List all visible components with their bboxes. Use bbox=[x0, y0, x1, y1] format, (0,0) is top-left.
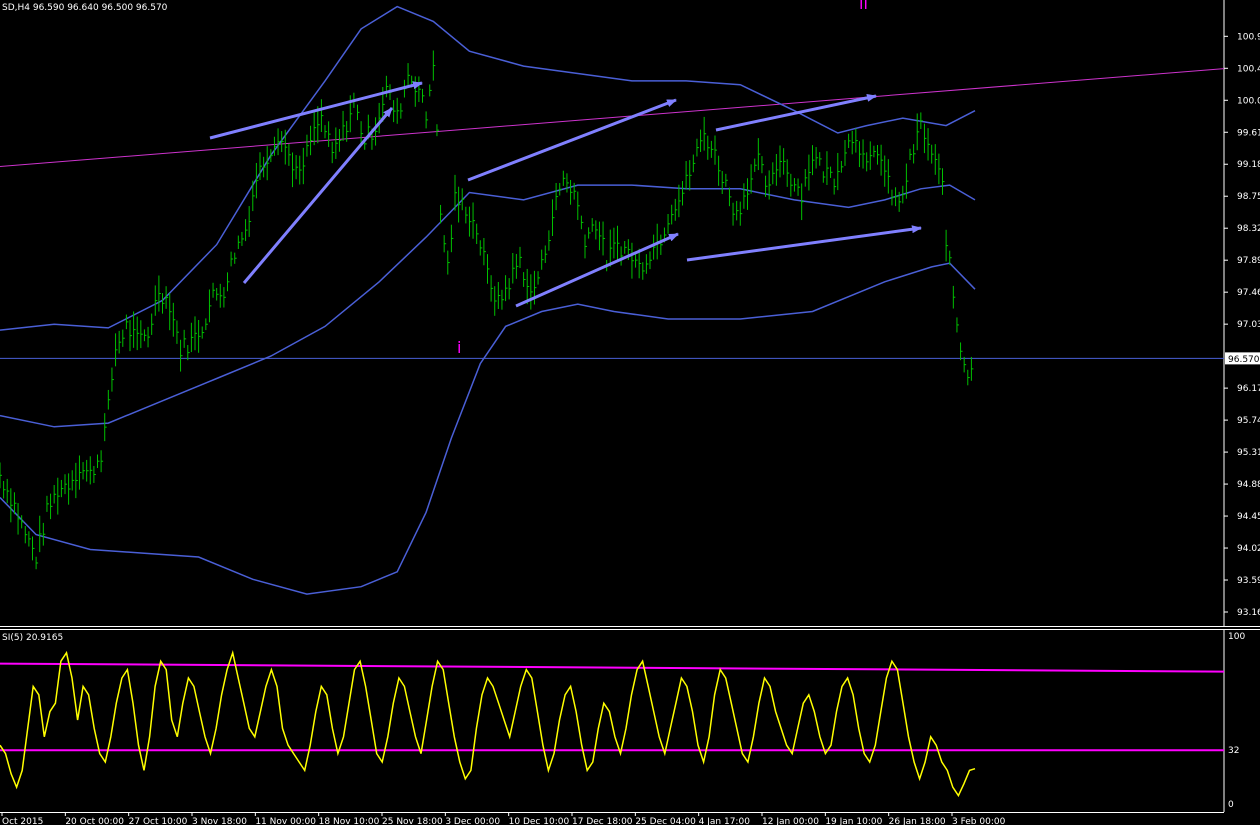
y-tick-label: 100.900 bbox=[1237, 32, 1260, 42]
chart-title: SD,H4 96.590 96.640 96.500 96.570 bbox=[2, 3, 168, 13]
si-axis-label: 32 bbox=[1228, 746, 1239, 756]
y-tick-label: 93.590 bbox=[1237, 576, 1260, 586]
trendline bbox=[0, 68, 1225, 167]
x-tick-label: 20 Oct 00:00 bbox=[65, 817, 124, 825]
x-tick-label: 19 Jan 10:00 bbox=[825, 817, 882, 825]
x-tick-label: Oct 2015 bbox=[2, 817, 43, 825]
x-tick-label: 18 Nov 10:00 bbox=[319, 817, 380, 825]
y-tick-label: 93.160 bbox=[1237, 608, 1260, 618]
x-tick-label: 27 Oct 10:00 bbox=[129, 817, 188, 825]
x-tick-label: 11 Nov 00:00 bbox=[255, 817, 316, 825]
y-tick-label: 95.310 bbox=[1237, 448, 1260, 458]
x-tick-label: 4 Jan 17:00 bbox=[699, 817, 751, 825]
y-tick-label: 94.880 bbox=[1237, 480, 1260, 490]
y-tick-label: 99.610 bbox=[1237, 128, 1260, 138]
band-lower-line bbox=[0, 262, 976, 595]
y-tick-label: 94.020 bbox=[1237, 544, 1260, 554]
si-axis-label: 100 bbox=[1228, 632, 1245, 642]
trend-arrow bbox=[515, 232, 679, 308]
si-axis-label: 0 bbox=[1228, 800, 1234, 810]
trend-arrow bbox=[467, 98, 677, 182]
x-tick-label: 10 Dec 10:00 bbox=[509, 817, 570, 825]
y-tick-label: 94.450 bbox=[1237, 512, 1260, 522]
si-level-line bbox=[0, 662, 1225, 673]
y-tick-label: 97.030 bbox=[1237, 320, 1260, 330]
chart-canvas: 100 32 0 100.900 100.470 100.040 99.610 99.180… bbox=[0, 0, 1260, 825]
x-tick-label: 3 Nov 18:00 bbox=[192, 817, 247, 825]
main-price-pane bbox=[0, 5, 1225, 595]
si-line bbox=[0, 649, 976, 798]
y-tick-label: 99.180 bbox=[1237, 160, 1260, 170]
trend-arrow bbox=[686, 225, 922, 262]
indicator-title: SI(5) 20.9165 bbox=[2, 633, 63, 643]
wave-label-ii: ii bbox=[859, 0, 868, 13]
indicator-pane: 100 32 0 bbox=[0, 632, 1245, 810]
x-tick-label: 26 Jan 18:00 bbox=[889, 817, 946, 825]
y-tick-label: 100.470 bbox=[1237, 64, 1260, 74]
x-tick-label: 3 Feb 00:00 bbox=[952, 817, 1006, 825]
y-tick-label: 95.740 bbox=[1237, 416, 1260, 426]
x-tick-label: 12 Jan 00:00 bbox=[762, 817, 819, 825]
band-middle-line bbox=[0, 184, 976, 428]
y-tick-label: 97.890 bbox=[1237, 256, 1260, 266]
y-tick-label: 98.750 bbox=[1237, 192, 1260, 202]
y-tick-label: 100.040 bbox=[1237, 96, 1260, 106]
current-price-label: 96.570 bbox=[1228, 355, 1260, 365]
x-tick-label: 17 Dec 18:00 bbox=[572, 817, 633, 825]
y-tick-label: 98.320 bbox=[1237, 224, 1260, 234]
wave-label-i: i bbox=[457, 338, 461, 357]
trend-arrow bbox=[715, 93, 877, 132]
x-tick-label: 25 Nov 18:00 bbox=[382, 817, 443, 825]
x-tick-label: 3 Dec 00:00 bbox=[445, 817, 500, 825]
y-tick-label: 97.460 bbox=[1237, 288, 1260, 298]
y-tick-label: 96.170 bbox=[1237, 384, 1260, 394]
x-tick-label: 25 Dec 04:00 bbox=[635, 817, 696, 825]
